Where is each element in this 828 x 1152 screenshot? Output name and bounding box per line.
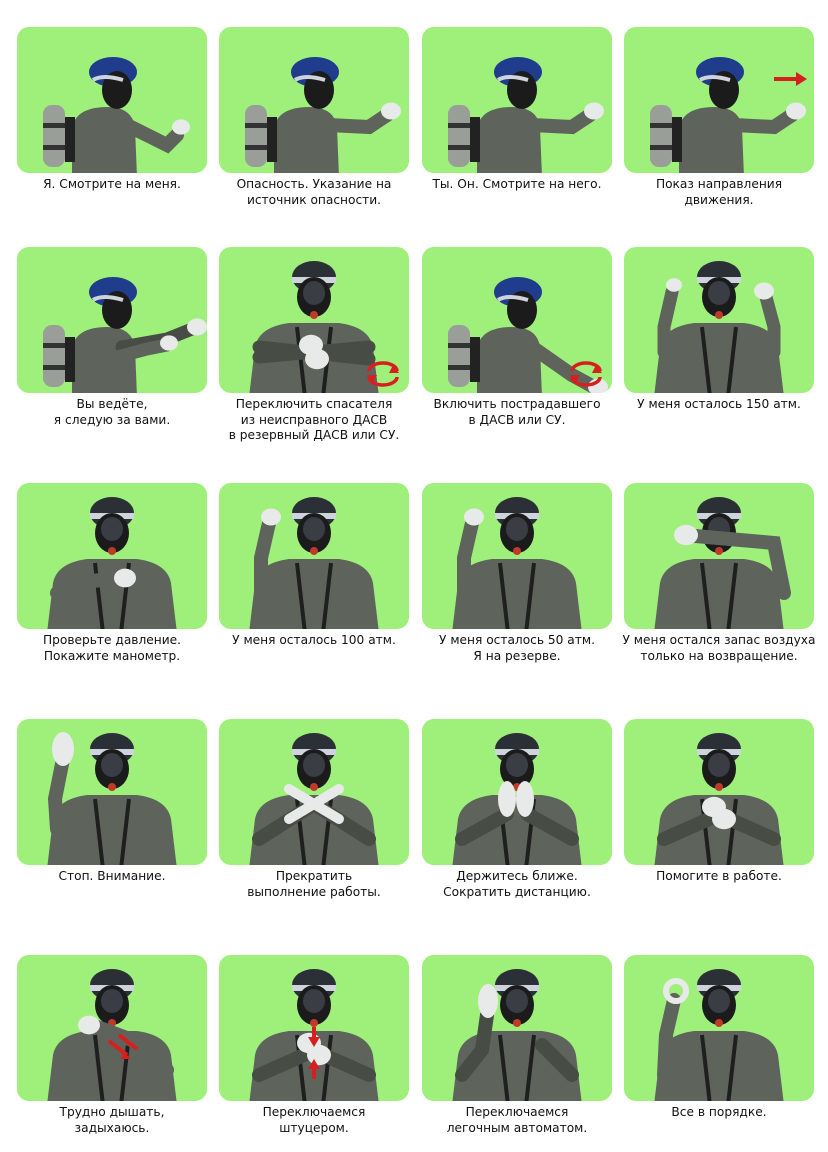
signal-photo: [624, 27, 814, 173]
signal-photo: [422, 247, 612, 393]
signal-photo: [219, 483, 409, 629]
signal-caption: Я. Смотрите на меня.: [43, 177, 181, 191]
signal-caption: Все в порядке.: [671, 1105, 767, 1119]
rescuer-figure: [452, 733, 582, 865]
signal-caption: Стоп. Внимание.: [58, 869, 166, 883]
signal-photo: [422, 719, 612, 865]
rescuer-figure: [245, 57, 401, 173]
rescuer-figure: [654, 261, 784, 393]
signal-photo: [422, 483, 612, 629]
signal-caption: Включить пострадавшего в ДАСВ или СУ.: [433, 397, 601, 427]
signal-caption: У меня осталось 100 атм.: [232, 633, 396, 647]
rescuer-figure: [43, 57, 190, 173]
signal-photo: [219, 27, 409, 173]
signal-caption: Переключаемся штуцером.: [262, 1105, 366, 1135]
direction-arrow-icon: [774, 72, 807, 86]
signal-caption: Помогите в работе.: [656, 869, 782, 883]
signal-caption: У меня остался запас воздуха только на в…: [622, 633, 816, 663]
signal-caption: Переключить спасателя из неисправного ДА…: [228, 397, 400, 442]
signal-caption: Проверьте давление. Покажите манометр.: [42, 633, 182, 663]
signal-photo: [17, 247, 207, 393]
signal-photo: [17, 719, 207, 865]
signal-caption: Опасность. Указание на источник опасност…: [236, 177, 392, 207]
signal-photo: [17, 27, 207, 173]
signal-photo: [219, 955, 409, 1101]
signal-photo: [624, 483, 814, 629]
rescuer-figure: [43, 277, 207, 393]
signal-caption: Вы ведёте, я следую за вами.: [53, 397, 171, 427]
rescuer-figure: [452, 497, 582, 629]
signal-photo: [219, 719, 409, 865]
rescuer-figure: [650, 57, 807, 173]
signal-photo: [422, 955, 612, 1101]
signal-photo: [17, 483, 207, 629]
signal-photo: [624, 955, 814, 1101]
signal-caption: Трудно дышать, задыхаюсь.: [59, 1105, 165, 1135]
rescuer-figure: [47, 969, 177, 1101]
rescuer-figure: [654, 969, 784, 1101]
signal-photo: [219, 247, 409, 393]
rescuer-figure: [47, 497, 177, 629]
rescuer-figure: [249, 261, 399, 393]
rescuer-figure: [448, 57, 604, 173]
signal-caption: Прекратить выполнение работы.: [247, 869, 381, 899]
signal-photo: [422, 27, 612, 173]
rescuer-figure: [654, 497, 791, 629]
signal-caption: У меня осталось 50 атм. Я на резерве.: [439, 633, 595, 663]
rescuer-figure: [249, 497, 379, 629]
rescuer-figure: [448, 277, 608, 393]
signal-photo: [17, 955, 207, 1101]
rescuer-figure: [452, 969, 582, 1101]
signal-photo: [624, 247, 814, 393]
signal-caption: У меня осталось 150 атм.: [637, 397, 801, 411]
signal-caption: Показ направления движения.: [655, 177, 783, 207]
rescuer-figure: [249, 733, 379, 865]
signal-photo: [624, 719, 814, 865]
rescuer-figure: [249, 969, 379, 1101]
signal-caption: Ты. Он. Смотрите на него.: [432, 177, 602, 191]
signal-caption: Переключаемся легочным автоматом.: [446, 1105, 588, 1135]
rescuer-figure: [47, 732, 177, 865]
signal-caption: Держитесь ближе. Сократить дистанцию.: [443, 869, 591, 899]
rescuer-figure: [654, 733, 784, 865]
